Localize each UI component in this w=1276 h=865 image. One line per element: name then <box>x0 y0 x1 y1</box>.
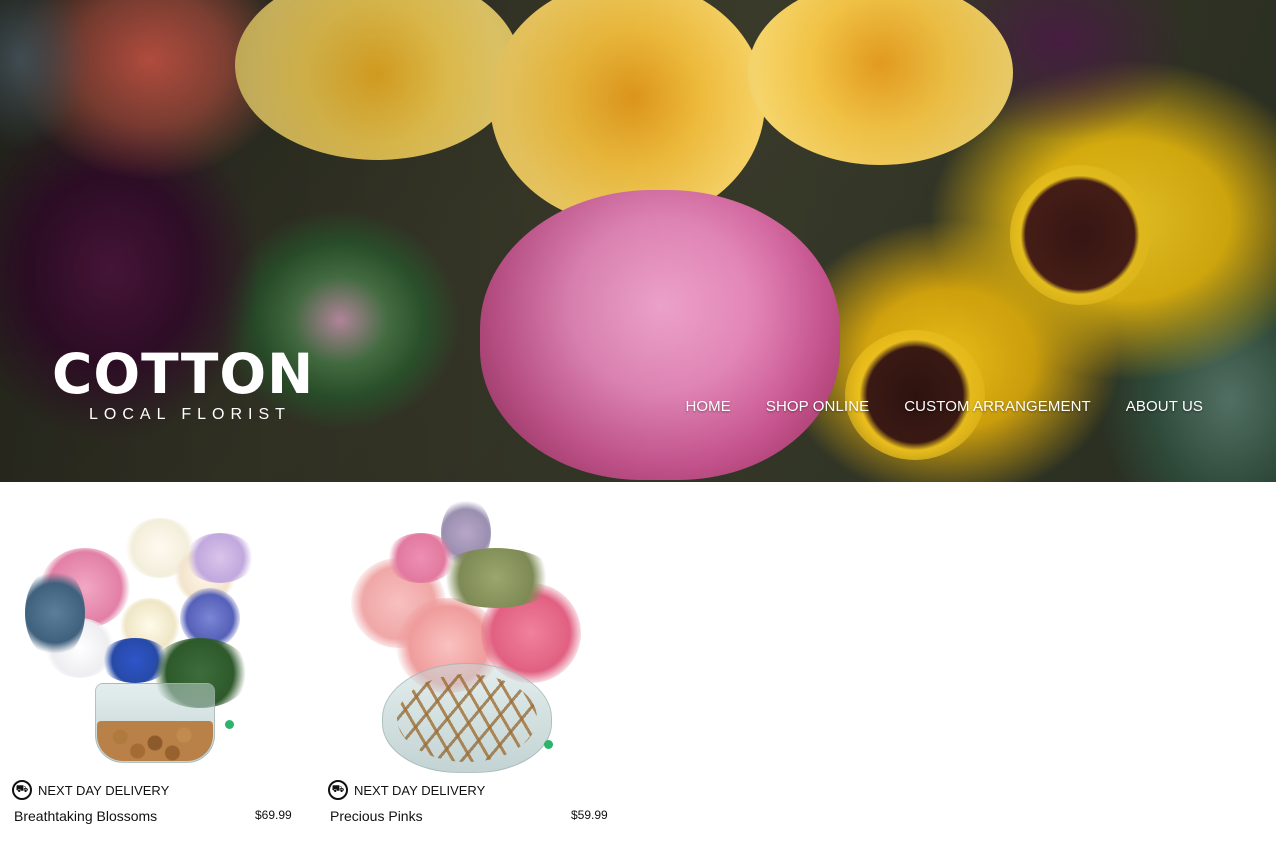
product-price: $69.99 <box>255 808 292 822</box>
badge-icon <box>544 740 553 749</box>
badge-icon <box>225 720 234 729</box>
delivery-label: NEXT DAY DELIVERY <box>38 782 170 798</box>
site-logo[interactable]: COTTON LOCAL FLORIST <box>52 344 314 424</box>
main-nav: HOME SHOP ONLINE CUSTOM ARRANGEMENT ABOU… <box>685 398 1203 415</box>
delivery-info: ⛟ NEXT DAY DELIVERY <box>328 780 485 800</box>
glass-vase <box>95 683 215 763</box>
product-name[interactable]: Breathtaking Blossoms <box>14 808 157 824</box>
logo-tagline: LOCAL FLORIST <box>89 406 291 423</box>
delivery-label: NEXT DAY DELIVERY <box>354 782 486 798</box>
nav-shop-online[interactable]: SHOP ONLINE <box>766 398 869 415</box>
product-price: $59.99 <box>571 808 608 822</box>
truck-icon: ⛟ <box>328 780 348 800</box>
nav-home[interactable]: HOME <box>685 398 730 415</box>
hero-banner: COTTON LOCAL FLORIST HOME SHOP ONLINE CU… <box>0 0 1276 482</box>
product-grid: ⛟ NEXT DAY DELIVERY Breathtaking Blossom… <box>0 482 1276 865</box>
flower-bloom <box>386 533 456 583</box>
flower-bloom <box>185 533 255 583</box>
nav-about-us[interactable]: ABOUT US <box>1126 398 1203 415</box>
delivery-info: ⛟ NEXT DAY DELIVERY <box>12 780 169 800</box>
product-name[interactable]: Precious Pinks <box>330 808 423 824</box>
product-card[interactable]: ⛟ NEXT DAY DELIVERY Breathtaking Blossom… <box>10 488 310 848</box>
nav-custom-arrangement[interactable]: CUSTOM ARRANGEMENT <box>904 398 1091 415</box>
foliage <box>25 568 85 658</box>
product-image[interactable] <box>10 488 300 778</box>
logo-name: COTTON <box>52 342 315 406</box>
truck-icon: ⛟ <box>12 780 32 800</box>
bubble-vase <box>382 663 552 773</box>
product-card[interactable]: ⛟ NEXT DAY DELIVERY Precious Pinks $59.9… <box>326 488 626 848</box>
product-image[interactable] <box>326 488 616 778</box>
